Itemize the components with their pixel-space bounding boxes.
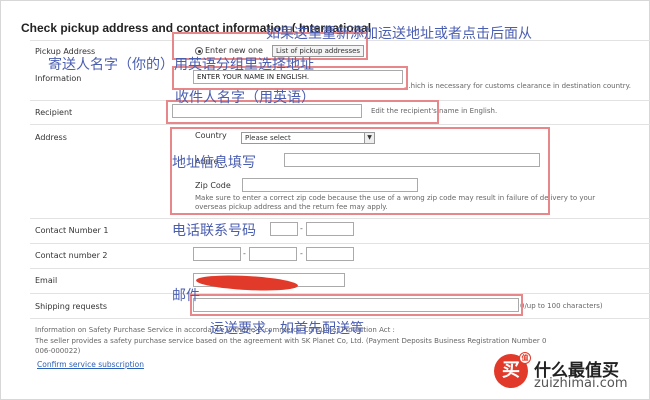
safety-info-line2: The seller provides a safety purchase se… — [35, 337, 547, 345]
annotation-text-1: 如果这里重新添加运送地址或者点击后面从 — [266, 26, 532, 42]
contact1-part2-input[interactable] — [270, 222, 298, 236]
contact-number-2-label: Contact number 2 — [35, 251, 108, 260]
row-separator — [30, 268, 650, 269]
contact2-part2-input[interactable] — [249, 247, 297, 261]
watermark: 买 值 什么最值买 zuizhimai.com — [488, 352, 648, 394]
information-label: Information — [35, 74, 82, 83]
recipient-label: Recipient — [35, 108, 73, 117]
contact2-part1-input[interactable] — [193, 247, 241, 261]
contact2-dash: - — [300, 249, 303, 258]
shipping-counter: 0/up to 100 characters) — [520, 302, 603, 310]
annotation-box-shipping — [190, 294, 523, 316]
annotation-text-2: 寄送人名字（你的）用英语分组里选择地址 — [48, 57, 314, 73]
annotation-text-3: 收件人名字（用英语） — [175, 90, 315, 106]
information-hint: ...hich is necessary for customs clearan… — [404, 82, 632, 90]
watermark-url: zuizhimai.com — [534, 376, 628, 391]
contact2-part3-input[interactable] — [306, 247, 354, 261]
contact2-dash: - — [243, 249, 246, 258]
watermark-logo-icon: 买 值 — [494, 352, 531, 388]
contact-number-1-label: Contact Number 1 — [35, 226, 109, 235]
watermark-badge-sup: 值 — [519, 352, 531, 364]
email-label: Email — [35, 276, 58, 285]
annotation-text-4: 地址信息填写 — [172, 155, 256, 171]
annotation-text-5: 电话联系号码 — [172, 223, 256, 239]
confirm-service-link[interactable]: Confirm service subscription — [37, 360, 144, 369]
contact1-part3-input[interactable] — [306, 222, 354, 236]
annotation-text-6: 邮件 — [172, 288, 200, 304]
address-label: Address — [35, 133, 67, 142]
safety-info-line3: 006-000022) — [35, 347, 81, 355]
row-separator — [30, 124, 650, 125]
row-separator — [30, 243, 650, 244]
annotation-text-7: 运送要求，如首先配送等 — [210, 321, 364, 337]
contact1-dash: - — [300, 224, 303, 233]
row-separator — [30, 218, 650, 219]
watermark-badge-text: 买 — [502, 360, 520, 381]
shipping-requests-label: Shipping requests — [35, 302, 108, 311]
